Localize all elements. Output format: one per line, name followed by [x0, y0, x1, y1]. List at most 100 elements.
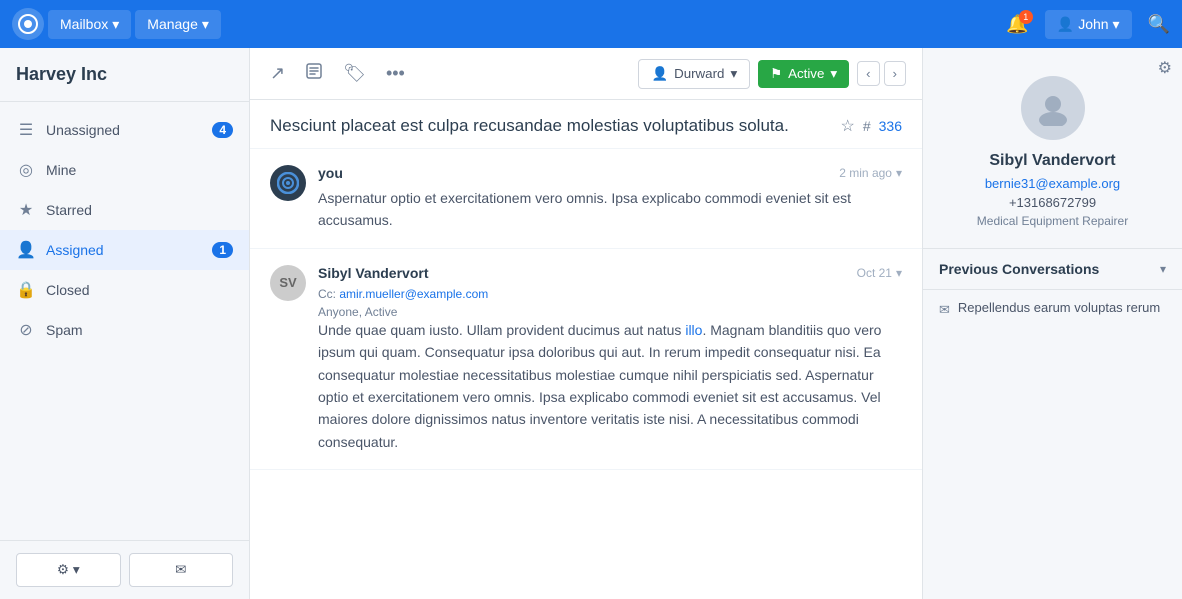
forward-icon: ↗: [270, 63, 285, 83]
edit-button[interactable]: [301, 58, 327, 89]
top-navigation: Mailbox ▾ Manage ▾ 🔔 1 👤 John ▾ 🔍: [0, 0, 1182, 48]
cc-email[interactable]: amir.mueller@example.com: [339, 287, 488, 301]
tag-button[interactable]: 🏷: [339, 59, 370, 88]
contact-name: Sibyl Vandervort: [939, 152, 1166, 170]
previous-conversations-section: Previous Conversations ▾ ✉ Repellendus e…: [923, 249, 1182, 328]
sidebar-label-starred: Starred: [46, 202, 233, 218]
contact-email[interactable]: bernie31@example.org: [939, 176, 1166, 191]
content-area: ↗ 🏷 •••: [250, 48, 922, 599]
nav-right: 🔔 1 👤 John ▾ 🔍: [1006, 10, 1170, 39]
prev-conversation-button[interactable]: ‹: [857, 61, 879, 86]
settings-button[interactable]: ⚙ ▾: [16, 553, 121, 587]
navigation-arrows: ‹ ›: [857, 61, 906, 86]
next-conversation-button[interactable]: ›: [884, 61, 906, 86]
previous-conversations-title: Previous Conversations: [939, 261, 1099, 277]
assignee-avatar-icon: 👤: [651, 66, 668, 82]
prev-convo-mail-icon: ✉: [939, 302, 950, 318]
settings-icon: ⚙: [57, 562, 69, 578]
user-dropdown-arrow: ▾: [1113, 16, 1120, 33]
sidebar-label-assigned: Assigned: [46, 242, 202, 258]
assignee-dropdown-arrow: ▾: [730, 66, 737, 82]
cc-label: Cc:: [318, 287, 336, 301]
message-header: Sibyl Vandervort Oct 21 ▾: [318, 265, 902, 281]
message-sender: you: [318, 165, 343, 181]
panel-settings-button[interactable]: ⚙: [1158, 58, 1172, 78]
more-button[interactable]: •••: [382, 59, 409, 88]
previous-conversations-header: Previous Conversations ▾: [923, 249, 1182, 290]
edit-icon: [305, 64, 323, 84]
contact-card: Sibyl Vandervort bernie31@example.org +1…: [923, 56, 1182, 249]
starred-icon: ★: [16, 200, 36, 220]
contact-avatar: [1021, 76, 1085, 140]
star-button[interactable]: ☆: [841, 116, 855, 136]
sidebar-item-starred[interactable]: ★ Starred: [0, 190, 249, 230]
notifications-icon[interactable]: 🔔 1: [1006, 14, 1028, 35]
prev-convo-text: Repellendus earum voluptas rerum: [958, 300, 1160, 315]
message-secondary: Anyone, Active: [318, 305, 902, 319]
subject-meta: ☆ # 336: [841, 116, 903, 136]
message-content: Sibyl Vandervort Oct 21 ▾ Cc: amir.muell…: [318, 265, 902, 453]
user-menu-button[interactable]: 👤 John ▾: [1045, 10, 1132, 39]
manage-dropdown-arrow: ▾: [202, 16, 209, 33]
contact-role: Medical Equipment Repairer: [939, 214, 1166, 228]
status-button[interactable]: ⚑ Active ▾: [758, 60, 849, 88]
settings-dropdown-arrow: ▾: [73, 562, 80, 578]
message-time: 2 min ago ▾: [839, 166, 902, 180]
sidebar-label-mine: Mine: [46, 162, 233, 178]
contact-section: ⚙ Sibyl Vandervort bernie31@example.org …: [923, 48, 1182, 249]
unassigned-icon: ☰: [16, 120, 36, 140]
status-dropdown-arrow: ▾: [830, 66, 837, 82]
status-label: Active: [788, 66, 824, 81]
assigned-icon: 👤: [16, 240, 36, 260]
messages-pane: Nesciunt placeat est culpa recusandae mo…: [250, 100, 922, 599]
contact-phone: +13168672799: [939, 195, 1166, 210]
ticket-number: 336: [879, 118, 902, 134]
sidebar-item-spam[interactable]: ⊘ Spam: [0, 310, 249, 350]
expand-icon[interactable]: ▾: [896, 266, 902, 280]
conversation-toolbar: ↗ 🏷 •••: [250, 48, 922, 100]
sidebar-item-closed[interactable]: 🔒 Closed: [0, 270, 249, 310]
user-name: John: [1078, 16, 1108, 32]
forward-button[interactable]: ↗: [266, 59, 289, 88]
sidebar-item-mine[interactable]: ◎ Mine: [0, 150, 249, 190]
toolbar-right: 👤 Durward ▾ ⚑ Active ▾ ‹ ›: [638, 59, 906, 89]
sidebar-label-unassigned: Unassigned: [46, 122, 202, 138]
message-body: Unde quae quam iusto. Ullam provident du…: [318, 319, 902, 453]
sidebar-item-assigned[interactable]: 👤 Assigned 1: [0, 230, 249, 270]
inline-link[interactable]: illo: [685, 322, 702, 338]
assign-button[interactable]: 👤 Durward ▾: [638, 59, 750, 89]
search-icon[interactable]: 🔍: [1148, 14, 1170, 35]
right-panel: ⚙ Sibyl Vandervort bernie31@example.org …: [922, 48, 1182, 599]
prev-arrow-icon: ‹: [866, 66, 870, 81]
unassigned-count: 4: [212, 122, 233, 138]
notification-badge: 1: [1019, 10, 1033, 24]
message-item: SV Sibyl Vandervort Oct 21 ▾ Cc: amir.mu…: [250, 249, 922, 470]
message-body: Aspernatur optio et exercitationem vero …: [318, 187, 902, 232]
assignee-name: Durward: [674, 66, 724, 81]
message-item: you 2 min ago ▾ Aspernatur optio et exer…: [250, 149, 922, 249]
message-content: you 2 min ago ▾ Aspernatur optio et exer…: [318, 165, 902, 232]
previous-conversation-item[interactable]: ✉ Repellendus earum voluptas rerum: [923, 290, 1182, 328]
time-text: Oct 21: [857, 266, 892, 280]
expand-icon[interactable]: ▾: [896, 166, 902, 180]
user-icon: 👤: [1057, 16, 1074, 33]
main-layout: Harvey Inc ☰ Unassigned 4 ◎ Mine ★ Starr…: [0, 48, 1182, 599]
manage-menu-button[interactable]: Manage ▾: [135, 10, 221, 39]
compose-button[interactable]: ✉: [129, 553, 234, 587]
flag-icon: ⚑: [770, 66, 782, 82]
avatar: SV: [270, 265, 306, 301]
time-text: 2 min ago: [839, 166, 892, 180]
more-icon: •••: [386, 63, 405, 83]
company-name: Harvey Inc: [0, 48, 249, 102]
subject-title: Nesciunt placeat est culpa recusandae mo…: [270, 116, 841, 136]
message-sender: Sibyl Vandervort: [318, 265, 428, 281]
spam-icon: ⊘: [16, 320, 36, 340]
sidebar-item-unassigned[interactable]: ☰ Unassigned 4: [0, 110, 249, 150]
app-logo: [12, 8, 44, 40]
mailbox-menu-button[interactable]: Mailbox ▾: [48, 10, 131, 39]
subject-header: Nesciunt placeat est culpa recusandae mo…: [250, 100, 922, 149]
sidebar-label-spam: Spam: [46, 322, 233, 338]
previous-conversations-toggle[interactable]: ▾: [1160, 262, 1166, 276]
mine-icon: ◎: [16, 160, 36, 180]
toolbar-actions: ↗ 🏷 •••: [266, 58, 409, 89]
